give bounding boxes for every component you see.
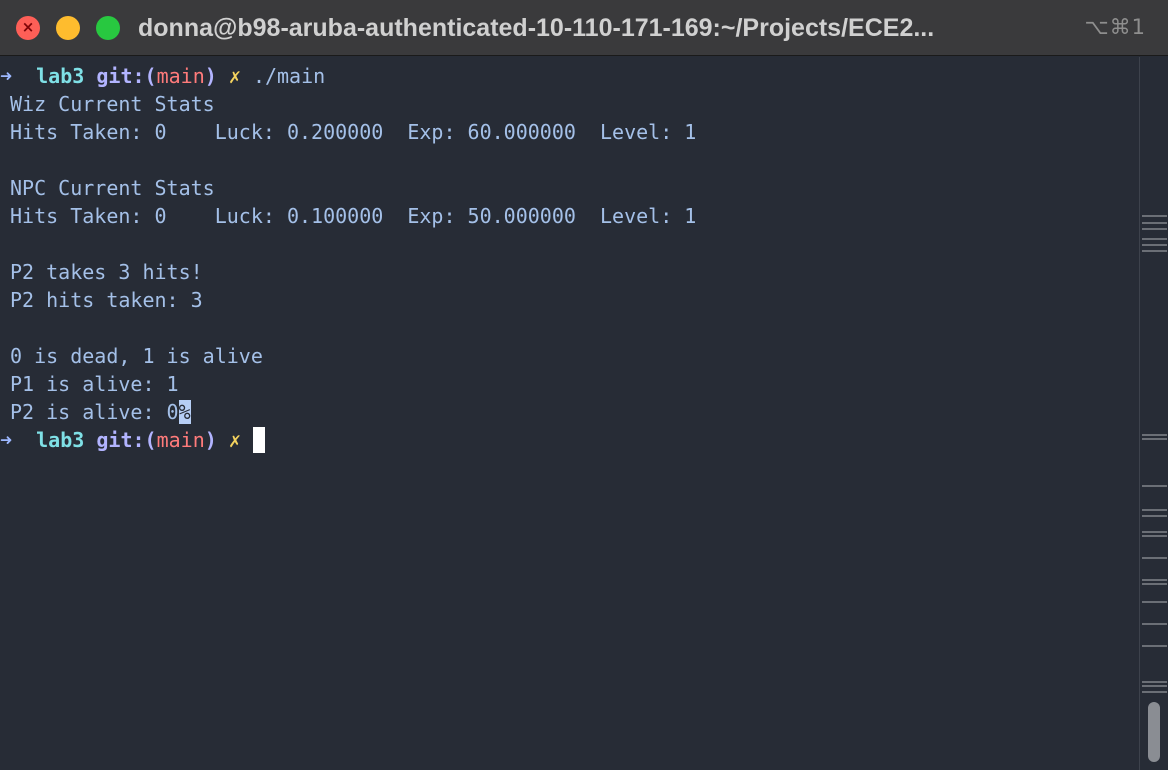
output-line-text: P2 is alive: 0	[10, 400, 179, 424]
prompt-arrow-icon: ➜	[0, 64, 13, 88]
scroll-mark	[1142, 244, 1167, 246]
scroll-mark	[1142, 691, 1167, 693]
prompt-git-suffix: )	[204, 428, 217, 452]
terminal-window: × donna@b98-aruba-authenticated-10-110-1…	[0, 0, 1168, 770]
output-line: NPC Current Stats	[10, 176, 215, 200]
prompt-dirty-icon: ✗	[228, 64, 241, 88]
output-line: P2 takes 3 hits!	[10, 260, 203, 284]
prompt-arrow-icon: ➜	[0, 428, 13, 452]
scrollbar-thumb[interactable]	[1148, 702, 1160, 762]
zoom-button[interactable]	[96, 16, 120, 40]
scroll-mark	[1142, 485, 1167, 487]
prompt-line: ➜ lab3 git:(main) ✗	[0, 426, 265, 454]
scroll-mark	[1142, 238, 1167, 240]
text-cursor[interactable]	[252, 427, 265, 453]
scroll-mark	[1142, 438, 1167, 440]
output-line: P1 is alive: 1	[10, 372, 179, 396]
scroll-mark	[1142, 434, 1167, 436]
scrollbar[interactable]	[1139, 57, 1168, 770]
output-line: Hits Taken: 0 Luck: 0.100000 Exp: 50.000…	[10, 204, 697, 228]
command-text: ./main	[252, 64, 326, 88]
prompt-dirty-icon: ✗	[228, 428, 241, 452]
no-newline-marker: %	[178, 400, 191, 424]
scroll-mark	[1142, 579, 1167, 581]
prompt-branch: main	[156, 64, 205, 88]
scroll-mark	[1142, 685, 1167, 687]
window-shortcut: ⌥⌘1	[1084, 15, 1146, 39]
close-button[interactable]: ×	[16, 16, 40, 40]
prompt-branch: main	[156, 428, 205, 452]
output-line: 0 is dead, 1 is alive	[10, 344, 263, 368]
scroll-mark	[1142, 583, 1167, 585]
scroll-mark	[1142, 681, 1167, 683]
window-title: donna@b98-aruba-authenticated-10-110-171…	[138, 14, 935, 42]
prompt-dir: lab3	[36, 428, 85, 452]
output-line: P2 hits taken: 3	[10, 288, 203, 312]
prompt-dir: lab3	[36, 64, 85, 88]
prompt-git-suffix: )	[204, 64, 217, 88]
scroll-mark	[1142, 531, 1167, 533]
scroll-mark	[1142, 515, 1167, 517]
scroll-mark	[1142, 535, 1167, 537]
close-icon: ×	[21, 18, 35, 36]
scroll-mark	[1142, 623, 1167, 625]
minimize-button[interactable]	[56, 16, 80, 40]
terminal-content[interactable]: ➜ lab3 git:(main) ✗ ./main Wiz Current S…	[0, 62, 1138, 768]
scroll-mark	[1142, 250, 1167, 252]
scroll-mark	[1142, 645, 1167, 647]
scroll-mark	[1142, 557, 1167, 559]
scroll-mark	[1142, 222, 1167, 224]
scroll-mark	[1142, 509, 1167, 511]
scroll-mark	[1142, 215, 1167, 217]
title-bar[interactable]: × donna@b98-aruba-authenticated-10-110-1…	[0, 0, 1168, 56]
scroll-mark	[1142, 601, 1167, 603]
output-line: P2 is alive: 0%	[10, 398, 191, 426]
output-line: Hits Taken: 0 Luck: 0.200000 Exp: 60.000…	[10, 120, 697, 144]
prompt-git-prefix: git:(	[96, 64, 157, 88]
scroll-mark	[1142, 228, 1167, 230]
output-line: Wiz Current Stats	[10, 92, 215, 116]
prompt-git-prefix: git:(	[96, 428, 157, 452]
prompt-line: ➜ lab3 git:(main) ✗ ./main	[0, 62, 325, 90]
